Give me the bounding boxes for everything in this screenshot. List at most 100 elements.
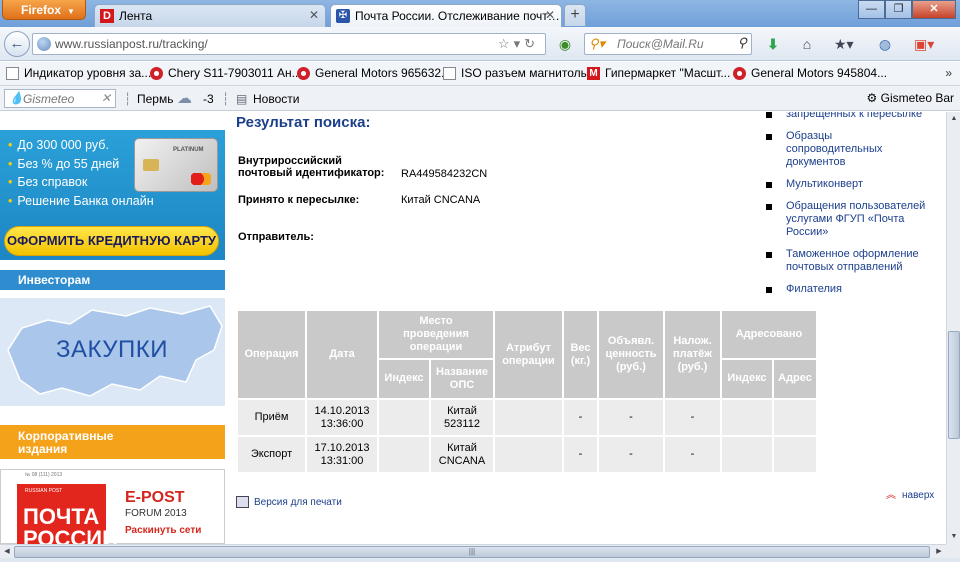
gismeteo-search-input[interactable]: 💧 Gismeteo ✕ [4,89,116,108]
firefox-menu-button[interactable]: Firefox ▼ [2,0,86,20]
cell-index [379,400,429,435]
credit-card-banner[interactable]: До 300 000 руб. Без % до 55 дней Без спр… [0,130,225,260]
print-version-label: Версия для печати [254,497,342,508]
cell-attribute [495,437,562,472]
header-line: Атрибут [506,341,551,354]
red-wheel-icon [150,67,163,80]
tracking-table: Операция Дата Место проведения операции Ат… [236,309,818,474]
close-tab-icon[interactable]: ✕ [545,8,555,22]
related-link[interactable]: Таможенное оформление почтовых отправлени… [766,248,942,274]
col-header-declared-value: Объявл. ценность (руб.) [599,311,663,398]
credit-benefit: Без % до 55 дней [8,155,154,174]
chevron-right-icon[interactable]: » [945,66,952,80]
related-link[interactable]: запрещенных к пересылке [766,112,942,121]
gismeteo-bar-button[interactable]: ⚙ Gismeteo Bar [867,91,954,105]
bookmark-item[interactable]: General Motors 945804... [733,66,887,82]
apply-credit-card-button[interactable]: ОФОРМИТЬ КРЕДИТНУЮ КАРТУ [4,226,219,256]
extension-icon[interactable]: ▣▾ [914,35,934,53]
scrollbar-thumb[interactable]: ||| [14,546,930,558]
cell-line: 14.10.2013 [314,404,370,417]
cell-addr-index [722,400,772,435]
procurement-banner[interactable]: ЗАКУПКИ [0,298,225,406]
link-line: сопроводительных [786,143,883,155]
print-version-link[interactable]: Версия для печати [236,496,342,508]
table-header-row: Операция Дата Место проведения операции Ат… [238,311,816,398]
minimize-icon[interactable]: — [858,0,885,19]
scroll-up-icon[interactable]: ▲ [947,112,960,126]
epost-banner[interactable]: № 08 (111) 2013 RUSSIAN POST ПОЧТА РОССИИ… [0,469,225,544]
bookmark-star-icon[interactable]: ☆▾↻ [498,36,539,52]
cell-date: 14.10.2013 13:36:00 [307,400,377,435]
separator-icon: ┆ [222,92,230,106]
scroll-left-icon[interactable]: ◀ [0,545,14,559]
bookmark-item[interactable]: General Motors 965632... [297,66,451,82]
gismeteo-city[interactable]: Пермь [137,92,173,106]
search-engine-icon[interactable]: ⚲▾ [589,36,605,52]
related-link[interactable]: Филателия [766,283,942,296]
scroll-right-icon[interactable]: ▶ [932,545,946,559]
left-sidebar: До 300 000 руб. Без % до 55 дней Без спр… [0,112,226,544]
link-line: почтовых отправлений [786,261,903,273]
title-bar: Firefox ▼ D Лента ✕ ✠ Почта России. Отсле… [0,0,960,27]
close-window-icon[interactable]: ✕ [912,0,956,19]
bookmark-item[interactable]: M Гипермаркет "Масшт... [587,66,730,82]
vertical-scrollbar[interactable]: ▲ ▼ [946,112,960,544]
header-line: Объявл. [607,335,655,347]
address-bar[interactable]: www.russianpost.ru/tracking/ ☆▾↻ [32,33,546,55]
home-icon[interactable]: ⌂ [798,35,816,53]
restore-icon[interactable]: ❐ [885,0,912,19]
credit-benefits-list: До 300 000 руб. Без % до 55 дней Без спр… [8,136,154,210]
investors-link[interactable]: Инвесторам [0,270,225,290]
mailru-agent-icon[interactable]: ◉ [556,35,574,53]
search-icon[interactable]: ⚲ [737,35,747,51]
gear-icon: ⚙ [866,91,878,105]
accepted-label: Принято к пересылке: [238,194,360,206]
cell-line: 13:36:00 [320,417,364,430]
close-tab-icon[interactable]: ✕ [309,8,319,22]
corporate-editions-link[interactable]: Корпоративные издания [0,425,225,459]
tab-label: Лента [119,9,153,23]
cell-operation: Приём [238,400,305,435]
tab-lenta[interactable]: D Лента ✕ [94,4,326,27]
cell-attribute [495,400,562,435]
col-header-place: Место проведения операции [379,311,493,358]
tab-russianpost[interactable]: ✠ Почта России. Отслеживание почт… ✕ [330,4,562,27]
col-header-addressed: Адресовано [722,311,816,358]
credit-benefit: До 300 000 руб. [8,136,154,155]
epost-title: E-POST [125,489,185,506]
related-link[interactable]: Мультиконверт [766,178,942,191]
search-placeholder: Поиск@Mail.Ru [617,37,704,51]
link-line: Филателия [786,283,842,295]
cell-line: CNCANA [438,454,486,467]
link-line: Таможенное оформление [786,248,919,260]
table-row: Приём 14.10.2013 13:36:00 Китай 523112 - -… [238,400,816,435]
d-logo-icon: D [100,9,114,23]
card-text: PLATINUM [173,147,204,153]
cell-declared-value: - [599,437,663,472]
download-icon[interactable]: ⬇ [764,35,782,53]
bookmark-item[interactable]: ISO разъем магнитолы [443,66,589,82]
horizontal-scrollbar[interactable]: ◀ ||| ▶ [0,544,946,558]
bookmarks-menu-icon[interactable]: ★▾ [834,35,854,53]
col-header-date: Дата [307,311,377,398]
header-line: проведения [403,327,469,340]
scroll-down-icon[interactable]: ▼ [947,530,960,544]
bookmarks-bar: Индикатор уровня за... Chery S11-7903011… [0,62,960,86]
url-text: www.russianpost.ru/tracking/ [55,37,208,51]
related-link[interactable]: Обращения пользователей услугами ФГУП «По… [766,200,942,239]
addon-icon[interactable]: ◍ [876,35,894,53]
gismeteo-news[interactable]: Новости [253,92,299,106]
sender-label: Отправитель: [238,231,314,243]
search-input[interactable]: ⚲▾ Поиск@Mail.Ru ⚲ [584,33,752,55]
cell-ops-name: Китай CNCANA [431,437,493,472]
header-line: платёж [672,348,713,360]
new-tab-button[interactable]: + [564,4,586,26]
clear-icon[interactable]: ✕ [101,91,111,105]
col-header-operation: Операция [238,311,305,398]
bookmark-item[interactable]: Chery S11-7903011 Ан... [150,66,302,82]
related-link[interactable]: Образцы сопроводительных документов [766,130,942,169]
scrollbar-thumb[interactable] [948,331,960,439]
back-to-top-link[interactable]: ︽ наверх [886,486,934,501]
back-button[interactable]: ← [4,31,30,57]
bookmark-item[interactable]: Индикатор уровня за... [6,66,151,82]
